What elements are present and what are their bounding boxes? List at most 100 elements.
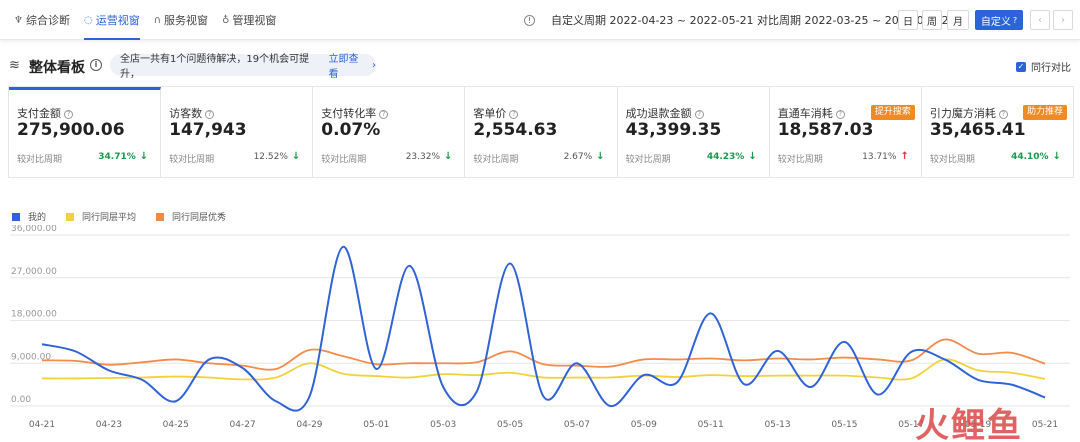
- help-icon[interactable]: ?: [694, 110, 704, 119]
- metric-label-text: 引力魔方消耗: [929, 107, 996, 120]
- next-period-button[interactable]: ›: [1053, 10, 1073, 30]
- compare-percent: 44.10%: [1011, 152, 1049, 162]
- day-button[interactable]: 日: [898, 10, 918, 30]
- metric-label-text: 直通车消耗: [777, 107, 833, 120]
- x-tick-label: 04-23: [96, 420, 122, 430]
- headset-icon: ∩: [153, 14, 162, 26]
- metric-label: 访客数?: [169, 105, 215, 121]
- metric-tag[interactable]: 提升搜索: [870, 105, 915, 120]
- compare-change: 2.67% ↓: [564, 151, 605, 162]
- view-tabs: ♆ 综合诊断 ◌ 运营视窗 ∩ 服务视窗 ♁ 管理视窗: [14, 0, 290, 40]
- compare-label: 较对比周期: [169, 155, 215, 165]
- help-icon[interactable]: ?: [835, 110, 845, 119]
- chevron-left-icon: ‹: [1038, 14, 1042, 26]
- metric-label-text: 客单价: [473, 107, 507, 120]
- metric-card[interactable]: 支付转化率? 0.07% 较对比周期 23.32% ↓: [313, 87, 466, 177]
- tab-label: 综合诊断: [25, 14, 70, 27]
- metric-value: 0.07%: [321, 120, 381, 140]
- metric-label: 引力魔方消耗?: [930, 105, 1008, 121]
- compare-percent: 12.52%: [253, 152, 288, 162]
- compare-label: 较对比周期: [321, 155, 367, 165]
- month-button[interactable]: 月: [947, 10, 969, 30]
- prev-period-button[interactable]: ‹: [1030, 10, 1050, 30]
- page-title: 整体看板: [29, 60, 85, 76]
- metric-card[interactable]: 成功退款金额? 43,399.35 较对比周期 44.23% ↓: [618, 87, 770, 177]
- layers-icon: ≋: [9, 58, 20, 73]
- notice-text: 全店一共有1个问题待解决，19个机会可提升，: [120, 54, 310, 80]
- arrow-down-icon: ↓: [748, 151, 757, 162]
- chevron-right-icon: ›: [372, 59, 376, 71]
- compare-change: 12.52% ↓: [254, 151, 301, 162]
- legend-swatch: [66, 212, 75, 221]
- compare-change: 44.23% ↓: [707, 151, 757, 162]
- custom-period-button[interactable]: 自定义 ?: [975, 10, 1023, 30]
- metric-card[interactable]: 客单价? 2,554.63 较对比周期 2.67% ↓: [465, 87, 618, 177]
- help-icon[interactable]: ?: [998, 110, 1008, 119]
- arrow-down-icon: ↓: [139, 151, 149, 162]
- series-line-0: [41, 245, 1046, 412]
- x-tick-label: 05-05: [497, 420, 523, 430]
- legend-item[interactable]: 同行同层平均: [66, 210, 136, 223]
- chart-legend: 我的 同行同层平均 同行同层优秀: [12, 210, 246, 223]
- tab-1[interactable]: ◌ 运营视窗: [83, 0, 140, 40]
- management-icon: ♁: [222, 14, 230, 26]
- tab-label: 服务视窗: [164, 14, 209, 27]
- compare-percent: 2.67%: [563, 152, 593, 162]
- metric-card[interactable]: 支付金额? 275,900.06 较对比周期 34.71% ↓: [9, 87, 162, 177]
- x-tick-label: 04-29: [296, 420, 322, 430]
- metric-label-text: 支付金额: [17, 107, 61, 120]
- metric-label: 成功退款金额?: [626, 105, 704, 121]
- metric-value: 18,587.03: [777, 120, 874, 140]
- x-tick-label: 04-25: [163, 420, 189, 430]
- compare-change: 13.71% ↑: [862, 151, 909, 162]
- metric-tag[interactable]: 助力推荐: [1022, 105, 1067, 120]
- compare-change: 34.71% ↓: [98, 151, 148, 162]
- metric-label-text: 支付转化率: [321, 107, 377, 120]
- metric-card[interactable]: 直通车消耗? 18,587.03 较对比周期 13.71% ↑ 提升搜索: [770, 87, 922, 177]
- top-bar: ♆ 综合诊断 ◌ 运营视窗 ∩ 服务视窗 ♁ 管理视窗 ! 自定义周期 2022-04-23 …: [0, 0, 1080, 40]
- peer-compare-toggle[interactable]: ✓ 同行对比: [1016, 59, 1071, 74]
- info-icon[interactable]: i: [90, 59, 102, 71]
- x-tick-label: 05-21: [1032, 420, 1058, 430]
- compare-percent: 13.71%: [862, 152, 897, 162]
- help-icon[interactable]: ?: [379, 110, 389, 119]
- board-header: ≋ 整体看板 i 全店一共有1个问题待解决，19个机会可提升， 立即查看 › ✓…: [0, 52, 1080, 80]
- arrow-down-icon: ↓: [444, 151, 453, 162]
- tab-2[interactable]: ∩ 服务视窗: [154, 0, 208, 40]
- x-tick-label: 04-21: [29, 420, 55, 430]
- x-tick-label: 05-03: [430, 420, 456, 430]
- help-icon: ?: [1012, 15, 1018, 25]
- metric-label: 客单价?: [473, 105, 519, 121]
- tab-3[interactable]: ♁ 管理视窗: [222, 0, 276, 40]
- legend-item[interactable]: 我的: [12, 210, 46, 223]
- help-icon[interactable]: ?: [205, 110, 215, 119]
- tab-0[interactable]: ♆ 综合诊断: [14, 0, 70, 40]
- week-button[interactable]: 周: [922, 10, 942, 30]
- chevron-right-icon: ›: [1061, 14, 1065, 26]
- legend-item[interactable]: 同行同层优秀: [156, 210, 226, 223]
- checkbox-checked-icon[interactable]: ✓: [1016, 61, 1026, 72]
- arrow-up-icon: ↑: [900, 151, 909, 162]
- x-tick-label: 04-27: [230, 420, 256, 430]
- info-icon[interactable]: !: [524, 14, 535, 26]
- help-icon[interactable]: ?: [64, 110, 73, 119]
- operations-icon: ◌: [83, 14, 93, 26]
- x-tick-label: 05-15: [831, 420, 857, 430]
- metric-label: 支付金额?: [17, 105, 73, 121]
- metric-value: 275,900.06: [17, 120, 125, 140]
- custom-period-label: 自定义: [980, 16, 1011, 28]
- y-tick-label: 27,000.00: [11, 267, 57, 277]
- help-icon[interactable]: ?: [509, 110, 519, 119]
- notice-banner: 全店一共有1个问题待解决，19个机会可提升， 立即查看 ›: [110, 54, 376, 80]
- y-tick-label: 0.00: [11, 395, 31, 405]
- metric-card[interactable]: 访客数? 147,943 较对比周期 12.52% ↓: [161, 87, 314, 177]
- metric-label-text: 成功退款金额: [625, 107, 692, 120]
- metric-card[interactable]: 引力魔方消耗? 35,465.41 较对比周期 44.10% ↓ 助力推荐: [922, 87, 1073, 177]
- x-tick-label: 05-01: [363, 420, 389, 430]
- compare-percent: 44.23%: [706, 152, 745, 162]
- view-now-link[interactable]: 立即查看: [329, 50, 369, 80]
- compare-percent: 23.32%: [405, 152, 441, 162]
- metric-value: 2,554.63: [473, 120, 558, 140]
- compare-percent: 34.71%: [98, 152, 136, 162]
- peer-compare-label: 同行对比: [1031, 63, 1071, 74]
